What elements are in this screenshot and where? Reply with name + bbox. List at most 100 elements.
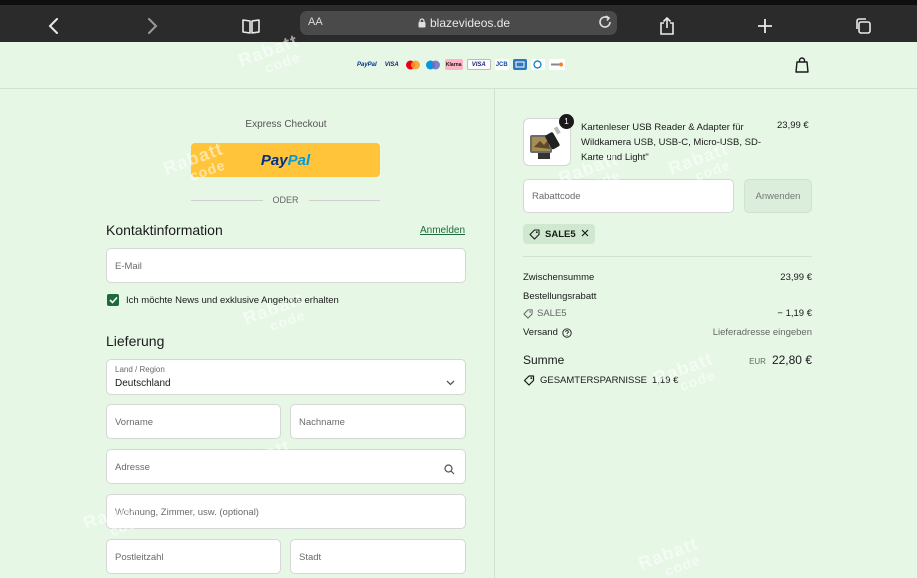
- newsletter-checkbox[interactable]: [107, 294, 119, 306]
- cart-button[interactable]: [794, 56, 810, 74]
- checkout-form: Express Checkout Pay Pal ODER Kontaktinfo…: [0, 89, 494, 578]
- address-bar[interactable]: AA blazevideos.de: [300, 11, 617, 35]
- discover-logo: [548, 59, 565, 70]
- maestro-logo: [425, 59, 441, 70]
- search-icon: [444, 462, 455, 480]
- total-amount: EUR 22,80 €: [749, 353, 812, 367]
- help-icon[interactable]: [562, 327, 572, 338]
- diners-icon: [533, 60, 542, 69]
- city-placeholder: Stadt: [299, 552, 322, 563]
- savings-value: 1,19 €: [652, 375, 679, 386]
- share-button[interactable]: [653, 13, 681, 39]
- separator-line: [308, 199, 381, 201]
- country-select[interactable]: Land / Region Deutschland: [106, 359, 466, 395]
- shopping-bag-icon: [795, 57, 809, 73]
- mastercard-logo: [405, 59, 421, 70]
- contact-section-title: Kontaktinformation: [106, 222, 223, 238]
- login-link[interactable]: Anmelden: [420, 225, 465, 236]
- amex-logo: [512, 59, 527, 70]
- plus-icon: [758, 19, 772, 33]
- total-currency: EUR: [749, 357, 766, 366]
- discover-icon: [550, 62, 563, 67]
- paypal-button[interactable]: Pay Pal: [191, 143, 380, 177]
- summary-divider: [523, 256, 812, 257]
- product-price: 23,99 €: [777, 120, 809, 131]
- apartment-field[interactable]: Wohnung, Zimmer, usw. (optional): [106, 494, 466, 529]
- forward-button[interactable]: [138, 13, 166, 39]
- delivery-section-title: Lieferung: [106, 333, 165, 349]
- remove-code-button[interactable]: [581, 229, 589, 240]
- total-label: Summe: [523, 353, 565, 367]
- amex-icon: [515, 61, 525, 68]
- order-discount-value: − 1,19 €: [777, 308, 812, 319]
- reload-button[interactable]: [597, 14, 613, 33]
- lock-icon: [418, 18, 426, 28]
- checkmark-icon: [108, 296, 118, 304]
- firstname-field[interactable]: Vorname: [106, 404, 281, 439]
- new-tab-button[interactable]: [751, 13, 779, 39]
- url-display: blazevideos.de: [418, 16, 510, 30]
- visa-card-logo: VISA: [466, 59, 491, 70]
- shipping-label-wrap: Versand: [523, 327, 572, 338]
- paypal-text-pay: Pay: [260, 151, 288, 169]
- maestro-icon: [425, 60, 440, 69]
- tag-icon: [523, 308, 533, 319]
- back-button[interactable]: [40, 13, 68, 39]
- address-placeholder: Adresse: [115, 462, 150, 473]
- subtotal-row: Zwischensumme 23,99 €: [523, 272, 812, 283]
- paypal-logo: PayPal: [357, 61, 377, 68]
- url-text: blazevideos.de: [430, 16, 511, 30]
- tag-icon: [529, 228, 540, 240]
- tag-icon: [523, 375, 535, 386]
- order-discount-code: SALE5: [523, 308, 567, 319]
- paypal-text-pal: Pal: [287, 151, 311, 169]
- country-label: Land / Region: [115, 365, 165, 374]
- tabs-overview-button[interactable]: [849, 13, 877, 39]
- chevron-right-icon: [148, 18, 158, 34]
- visa-logo: VISA: [384, 61, 399, 68]
- shipping-label: Versand: [523, 327, 558, 338]
- separator-line: [191, 199, 263, 201]
- total-row: Summe EUR 22,80 €: [523, 353, 812, 367]
- applied-code-text: SALE5: [545, 228, 576, 240]
- total-value: 22,80 €: [771, 353, 812, 367]
- city-field[interactable]: Stadt: [290, 539, 466, 574]
- shipping-row: Versand Lieferadresse eingeben: [523, 327, 812, 338]
- reload-icon: [599, 15, 611, 28]
- zip-field[interactable]: Postleitzahl: [106, 539, 281, 574]
- total-savings: GESAMTERSPARNISSE 1,19 €: [523, 375, 678, 386]
- product-name: Kartenleser USB Reader & Adapter für Wil…: [581, 122, 761, 163]
- discount-code-field[interactable]: Rabattcode: [523, 179, 734, 213]
- email-field[interactable]: E-Mail: [106, 248, 466, 283]
- close-icon: [581, 229, 589, 236]
- newsletter-label: Ich möchte News und exklusive Angebote e…: [126, 295, 339, 306]
- apply-discount-button[interactable]: Anwenden: [744, 179, 812, 213]
- country-value: Deutschland: [115, 378, 171, 389]
- book-icon: [242, 19, 260, 34]
- text-size-button[interactable]: AA: [308, 16, 323, 28]
- subtotal-value: 23,99 €: [780, 272, 812, 283]
- bookmarks-button[interactable]: [237, 13, 265, 39]
- firstname-placeholder: Vorname: [115, 417, 154, 428]
- or-label: ODER: [272, 195, 299, 205]
- applied-code-chip: SALE5: [523, 224, 595, 244]
- express-checkout-label: Express Checkout: [245, 119, 327, 130]
- shop-header: PayPal VISA Klarna VISA JCB: [0, 42, 917, 89]
- order-summary: 1 Kartenleser USB Reader & Adapter für W…: [495, 89, 917, 578]
- share-icon: [660, 17, 674, 35]
- savings-label: GESAMTERSPARNISSE: [540, 375, 647, 386]
- discount-code-placeholder: Rabattcode: [532, 191, 581, 202]
- order-discount-label: Bestellungsrabatt: [523, 291, 597, 302]
- lastname-field[interactable]: Nachname: [290, 404, 466, 439]
- or-separator: ODER: [191, 194, 381, 206]
- klarna-logo: Klarna: [444, 59, 463, 70]
- chevron-down-icon: [446, 373, 455, 391]
- lastname-placeholder: Nachname: [299, 417, 345, 428]
- order-discount-code-text: SALE5: [537, 308, 567, 319]
- tabs-icon: [856, 18, 871, 34]
- jcb-logo: JCB: [494, 59, 509, 70]
- address-field[interactable]: Adresse: [106, 449, 466, 484]
- mastercard-icon: [405, 60, 420, 69]
- email-placeholder: E-Mail: [115, 261, 142, 272]
- chevron-left-icon: [48, 18, 58, 34]
